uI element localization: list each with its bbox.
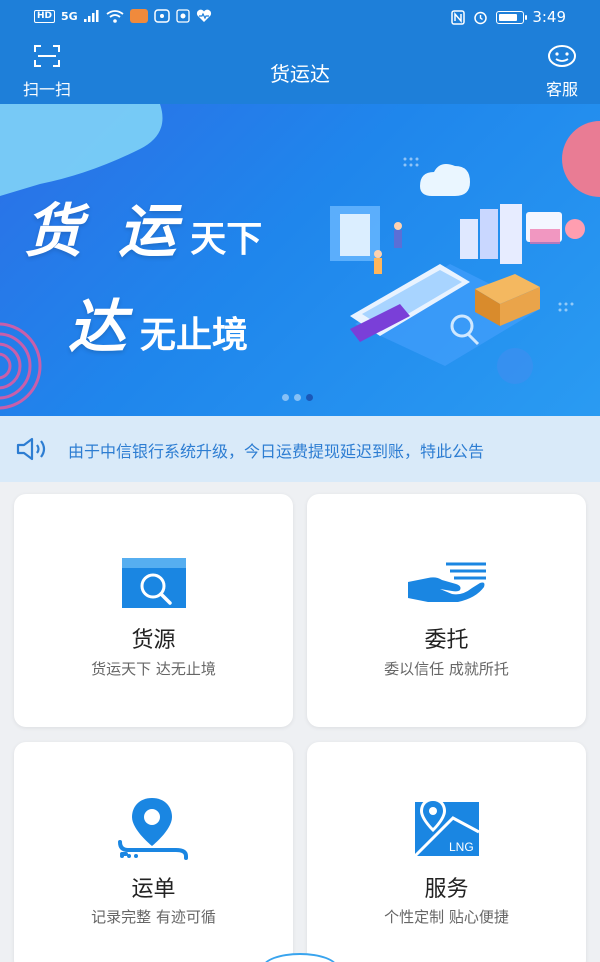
lng-badge: LNG — [449, 840, 474, 854]
card-subtitle: 货运天下 达无止境 — [91, 660, 216, 678]
alarm-icon — [474, 11, 488, 24]
nfc-icon — [451, 9, 466, 25]
carousel-dot[interactable] — [306, 394, 313, 401]
hand-delegate-icon — [407, 562, 486, 602]
carousel-dot[interactable] — [282, 394, 289, 401]
slogan-1-small: 天下 — [190, 218, 263, 260]
customer-service-button[interactable]: 客服 — [540, 44, 584, 100]
slogan-line-1: 货 运天下 — [24, 184, 262, 268]
card-service[interactable]: LNG 服务 个性定制 贴心便捷 — [307, 742, 586, 962]
card-waybill[interactable]: 运单 记录完整 有迹可循 — [14, 742, 293, 962]
status-bar: HD 5G 3:49 — [0, 0, 600, 36]
signal-icon — [83, 10, 99, 22]
carousel-dot[interactable] — [294, 394, 301, 401]
slogan-line-2: 达无止境 — [68, 280, 248, 364]
carousel-indicator — [282, 394, 313, 401]
battery-fill — [499, 13, 518, 21]
card-title: 货源 — [131, 628, 176, 653]
message-app-icon — [129, 9, 148, 23]
slogan-2-small: 无止境 — [140, 314, 249, 356]
card-title: 委托 — [424, 628, 469, 653]
speaker-icon — [16, 437, 46, 461]
card-subtitle: 个性定制 贴心便捷 — [384, 908, 509, 926]
slogan-1-big: 货 运 — [24, 197, 185, 265]
card-title: 服务 — [424, 877, 469, 902]
card-cargo-source[interactable]: 货源 货运天下 达无止境 — [14, 494, 293, 727]
card-delegate[interactable]: 委托 委以信任 成就所托 — [307, 494, 586, 727]
top-bar: HD 5G 3:49 扫一扫 货运达 客服 — [0, 0, 600, 104]
clock: 3:49 — [532, 8, 566, 26]
wifi-icon — [106, 9, 124, 23]
smiley-icon — [548, 45, 576, 67]
health-icon — [196, 9, 211, 22]
service-label: 客服 — [545, 80, 578, 99]
slogan-2-big: 达 — [68, 293, 135, 361]
notice-bar[interactable]: 由于中信银行系统升级，今日运费提现延迟到账，特此公告 — [0, 416, 600, 482]
page-title: 货运达 — [270, 62, 330, 86]
card-subtitle: 委以信任 成就所托 — [384, 660, 509, 678]
hd-badge: HD — [34, 9, 56, 23]
lng-map-icon: LNG — [413, 798, 480, 858]
eye-icon — [153, 9, 170, 23]
card-subtitle: 记录完整 有迹可循 — [91, 908, 216, 926]
network-type: 5G — [61, 9, 78, 23]
battery-icon — [496, 10, 528, 24]
cargo-search-icon — [121, 558, 186, 608]
sun-icon — [176, 9, 190, 23]
location-pin-icon — [117, 798, 188, 860]
promo-banner[interactable]: 货 运天下 达无止境 — [0, 104, 600, 416]
card-title: 运单 — [131, 877, 176, 902]
notice-text: 由于中信银行系统升级，今日运费提现延迟到账，特此公告 — [68, 442, 485, 461]
nav-bar: 扫一扫 货运达 客服 — [0, 36, 600, 104]
